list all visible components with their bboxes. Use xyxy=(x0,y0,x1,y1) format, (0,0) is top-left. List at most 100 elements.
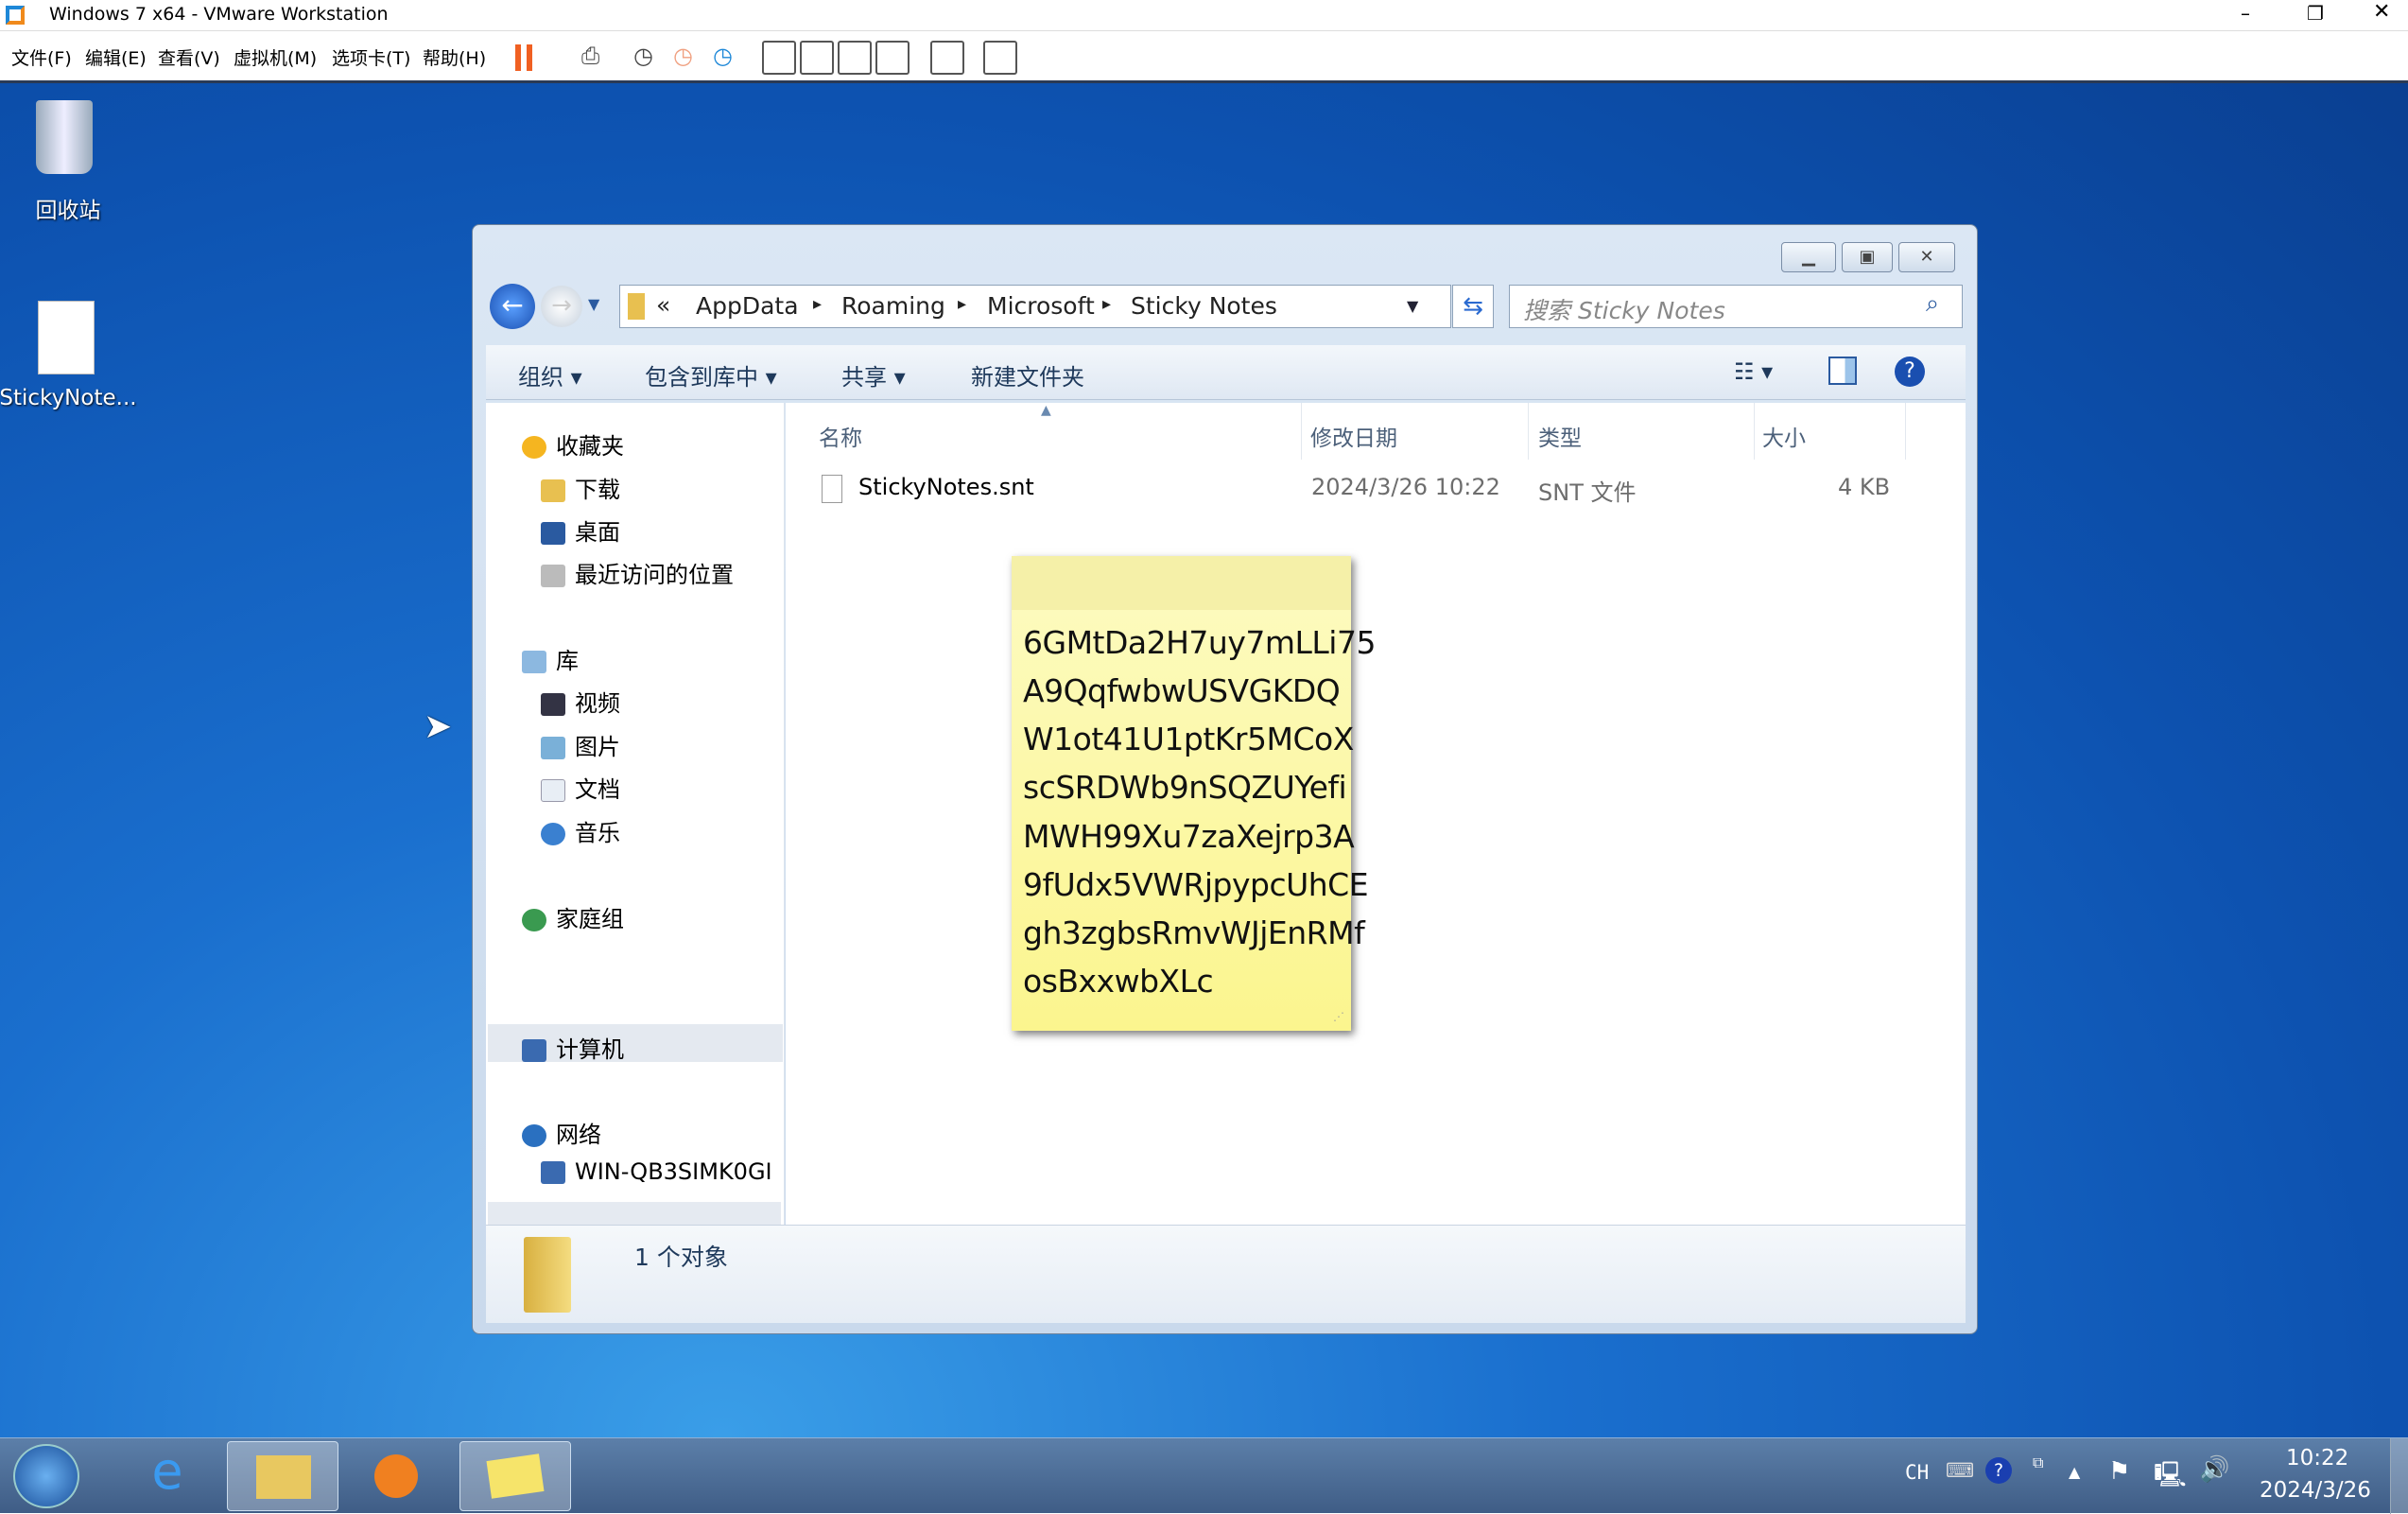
column-name[interactable]: 名称 xyxy=(819,420,862,452)
menu-help[interactable]: 帮助(H) xyxy=(423,44,486,70)
homegroup-icon xyxy=(522,909,546,931)
file-row[interactable]: StickyNotes.snt 2024/3/26 10:22 SNT 文件 4… xyxy=(786,467,1966,509)
include-in-library-button[interactable]: 包含到库中 ▾ xyxy=(645,358,777,392)
note-line: W1ot41U1ptKr5MCoX xyxy=(1023,721,1354,757)
menu-vm[interactable]: 虚拟机(M) xyxy=(234,44,317,70)
sticky-note-header[interactable] xyxy=(1012,556,1351,610)
help-tray-icon[interactable]: ? xyxy=(1985,1457,2012,1484)
send-keys-icon[interactable]: ⎙ xyxy=(581,43,599,69)
snapshot-manager-icon[interactable]: ◷ xyxy=(713,43,733,69)
address-dropdown-icon[interactable]: ▼ xyxy=(1407,297,1418,315)
close-button[interactable]: ✕ xyxy=(2373,0,2390,24)
pause-icon[interactable] xyxy=(515,44,532,71)
computer-icon xyxy=(522,1039,546,1062)
file-type: SNT 文件 xyxy=(1538,479,1637,506)
preview-pane-icon[interactable] xyxy=(1828,357,1857,385)
action-center-flag-icon[interactable]: ⚑ xyxy=(2108,1457,2130,1486)
snapshot-icon[interactable]: ◷ xyxy=(633,43,653,69)
menu-file[interactable]: 文件(F) xyxy=(11,44,72,70)
note-line: 6GMtDa2H7uy7mLLi75 xyxy=(1023,624,1376,661)
desktop-icon xyxy=(541,522,565,545)
language-indicator[interactable]: CH xyxy=(1905,1461,1929,1484)
refresh-button[interactable]: ⇆ xyxy=(1452,285,1494,328)
note-line: scSRDWb9nSQZUYefi xyxy=(1023,769,1347,806)
file-icon xyxy=(822,475,842,503)
close-button[interactable]: ✕ xyxy=(1898,242,1955,272)
unity-icon[interactable] xyxy=(875,41,909,75)
nav-pictures[interactable]: 图片 xyxy=(541,728,620,761)
nav-documents[interactable]: 文档 xyxy=(541,771,620,804)
resize-grip-icon[interactable]: ⋰ xyxy=(1333,1010,1344,1023)
breadcrumb-microsoft[interactable]: Microsoft xyxy=(987,292,1095,320)
file-icon[interactable] xyxy=(38,301,95,374)
note-line: MWH99Xu7zaXejrp3A xyxy=(1023,818,1355,855)
search-icon[interactable]: ⌕ xyxy=(1926,289,1939,318)
minimize-button[interactable]: ▁ xyxy=(1781,242,1836,272)
address-bar[interactable]: « AppData ▸ Roaming ▸ Microsoft ▸ Sticky… xyxy=(619,285,1451,328)
back-button[interactable]: ← xyxy=(490,284,535,329)
item-count: 1 个对象 xyxy=(634,1244,728,1271)
taskbar: e CH ⌨ ? ⧉ ▲ ⚑ 🖳 🔊 10:22 2024/3/26 xyxy=(0,1437,2408,1514)
breadcrumb-appdata[interactable]: AppData xyxy=(696,292,799,320)
menu-edit[interactable]: 编辑(E) xyxy=(85,44,147,70)
nav-favorites[interactable]: 收藏夹 xyxy=(522,427,624,461)
nav-libraries[interactable]: 库 xyxy=(522,642,579,675)
breadcrumb-roaming[interactable]: Roaming xyxy=(841,292,945,320)
column-modified[interactable]: 修改日期 xyxy=(1310,420,1397,452)
nav-recent[interactable]: 最近访问的位置 xyxy=(541,556,734,589)
network-tray-icon[interactable]: 🖳 xyxy=(2154,1457,2187,1499)
column-type[interactable]: 类型 xyxy=(1538,420,1582,452)
documents-icon xyxy=(541,779,565,802)
fullscreen-icon[interactable] xyxy=(838,41,872,75)
star-icon xyxy=(522,436,546,459)
minimize-button[interactable]: – xyxy=(2241,2,2250,25)
menu-tabs[interactable]: 选项卡(T) xyxy=(332,44,410,70)
nav-music[interactable]: 音乐 xyxy=(541,814,620,847)
start-button[interactable] xyxy=(13,1444,79,1508)
show-hidden-icons[interactable]: ▲ xyxy=(2069,1463,2080,1481)
maximize-button[interactable]: ▣ xyxy=(1842,242,1893,272)
menu-view[interactable]: 查看(V) xyxy=(158,44,220,70)
help-icon[interactable]: ? xyxy=(1895,357,1925,387)
column-size[interactable]: 大小 xyxy=(1762,420,1806,452)
recent-pages-dropdown[interactable]: ▼ xyxy=(588,295,599,313)
nav-desktop[interactable]: 桌面 xyxy=(541,513,620,547)
keyboard-icon[interactable]: ⌨ xyxy=(1946,1459,1974,1482)
clock-date[interactable]: 2024/3/26 xyxy=(2260,1478,2371,1503)
organize-button[interactable]: 组织 ▾ xyxy=(518,358,582,392)
taskbar-explorer[interactable] xyxy=(227,1441,338,1511)
console-view-icon[interactable] xyxy=(762,41,796,75)
thumbnail-view-icon[interactable] xyxy=(800,41,834,75)
nav-downloads[interactable]: 下载 xyxy=(541,471,620,504)
taskbar-ie[interactable]: e xyxy=(112,1441,223,1511)
share-button[interactable]: 共享 ▾ xyxy=(841,358,906,392)
view-options-icon[interactable]: ☷ ▾ xyxy=(1734,358,1773,385)
command-bar: 组织 ▾ 包含到库中 ▾ 共享 ▾ 新建文件夹 ☷ ▾ ? xyxy=(486,345,1966,400)
forward-button[interactable]: → xyxy=(541,286,582,327)
nav-network[interactable]: 网络 xyxy=(522,1116,601,1149)
display-tray-icon[interactable]: ⧉ xyxy=(2033,1453,2043,1472)
breadcrumb-sticky-notes[interactable]: Sticky Notes xyxy=(1131,292,1277,320)
restore-button[interactable]: ❐ xyxy=(2307,2,2324,25)
sticky-note[interactable]: 6GMtDa2H7uy7mLLi75 A9QqfwbwUSVGKDQ W1ot4… xyxy=(1012,556,1376,1031)
window-title: Windows 7 x64 - VMware Workstation xyxy=(49,4,389,25)
stretch-icon[interactable] xyxy=(983,41,1017,75)
revert-snapshot-icon[interactable]: ◷ xyxy=(673,43,693,69)
taskbar-media-player[interactable] xyxy=(342,1441,454,1511)
nav-computer-item[interactable]: 计算机 xyxy=(522,1031,624,1064)
nav-homegroup[interactable]: 家庭组 xyxy=(522,900,624,933)
show-desktop-button[interactable] xyxy=(2390,1438,2408,1514)
clock-time[interactable]: 10:22 xyxy=(2286,1446,2348,1470)
computer-icon xyxy=(541,1161,565,1184)
nav-host[interactable]: WIN-QB3SIMK0GI xyxy=(541,1158,785,1185)
volume-icon[interactable]: 🔊 xyxy=(2199,1455,2229,1484)
nav-videos[interactable]: 视频 xyxy=(541,685,620,718)
breadcrumb-overflow[interactable]: « xyxy=(656,291,670,319)
taskbar-sticky-notes[interactable] xyxy=(459,1441,571,1511)
new-folder-button[interactable]: 新建文件夹 xyxy=(971,358,1084,392)
search-input[interactable]: 搜索 Sticky Notes ⌕ xyxy=(1509,285,1963,328)
recycle-bin-icon[interactable] xyxy=(36,100,93,174)
video-icon xyxy=(541,693,565,716)
vmware-title-bar: Windows 7 x64 - VMware Workstation – ❐ ✕ xyxy=(0,0,2408,31)
terminal-icon[interactable] xyxy=(930,41,964,75)
